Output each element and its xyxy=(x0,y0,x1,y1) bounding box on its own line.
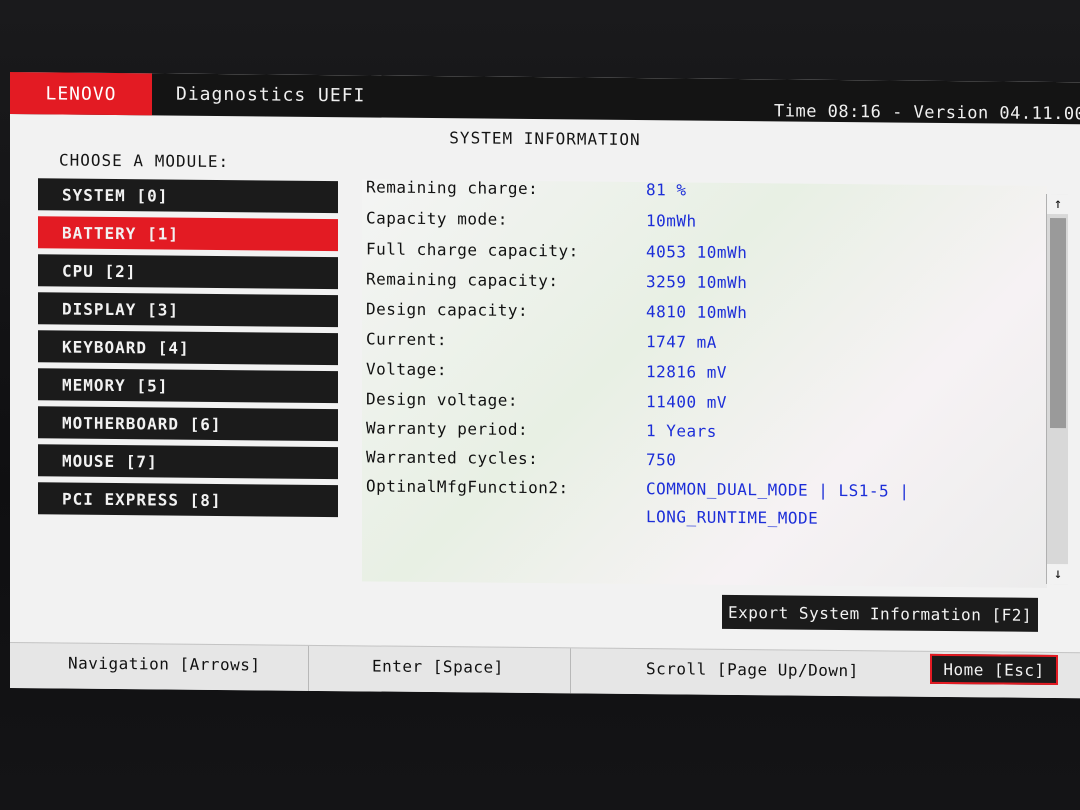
brand-logo: LENOVO xyxy=(10,72,152,116)
export-system-info-button[interactable]: Export System Information [F2] xyxy=(722,594,1038,632)
module-list: SYSTEM [0] BATTERY [1] CPU [2] DISPLAY [… xyxy=(38,178,338,523)
module-display[interactable]: DISPLAY [3] xyxy=(38,292,338,328)
module-label: MEMORY [5] xyxy=(62,374,169,396)
info-value: 1747 mA xyxy=(646,332,717,352)
info-key: Remaining capacity: xyxy=(366,269,559,291)
info-value: 4053 10mWh xyxy=(646,242,748,263)
info-key: Voltage: xyxy=(366,359,448,380)
module-system[interactable]: SYSTEM [0] xyxy=(38,178,338,214)
footer-navigation-hint: Navigation [Arrows] xyxy=(68,653,261,675)
info-value: 12816 mV xyxy=(646,362,728,382)
footer-divider xyxy=(570,648,571,695)
footer-enter-hint: Enter [Space] xyxy=(372,656,504,677)
info-value: LONG_RUNTIME_MODE xyxy=(646,507,819,528)
module-motherboard[interactable]: MOTHERBOARD [6] xyxy=(38,406,338,442)
module-mouse[interactable]: MOUSE [7] xyxy=(38,444,338,480)
module-cpu[interactable]: CPU [2] xyxy=(38,254,338,290)
home-button[interactable]: Home [Esc] xyxy=(930,653,1058,686)
module-pci-express[interactable]: PCI EXPRESS [8] xyxy=(38,482,338,518)
module-label: MOUSE [7] xyxy=(62,450,158,471)
module-label: SYSTEM [0] xyxy=(62,184,169,206)
scroll-down-arrow-icon[interactable]: ↓ xyxy=(1047,563,1069,585)
section-title: SYSTEM INFORMATION xyxy=(449,128,641,150)
module-memory[interactable]: MEMORY [5] xyxy=(38,368,338,404)
scroll-up-arrow-icon[interactable]: ↑ xyxy=(1047,193,1069,215)
info-key: Design voltage: xyxy=(366,389,518,410)
module-keyboard[interactable]: KEYBOARD [4] xyxy=(38,330,338,366)
top-bar: LENOVO Diagnostics UEFI Time 08:16 - Ver… xyxy=(10,72,1080,124)
scroll-thumb[interactable] xyxy=(1050,217,1066,429)
time-version: Time 08:16 - Version 04.11.000 xyxy=(774,101,1080,125)
choose-module-label: CHOOSE A MODULE: xyxy=(59,150,230,172)
module-label: CPU [2] xyxy=(62,260,137,281)
module-label: MOTHERBOARD [6] xyxy=(62,412,222,434)
info-value: 81 % xyxy=(646,180,687,200)
module-label: BATTERY [1] xyxy=(62,222,179,244)
laptop-bezel: LENOVO Diagnostics UEFI Time 08:16 - Ver… xyxy=(0,0,1080,810)
app-title: Diagnostics UEFI xyxy=(176,83,366,107)
info-key: Warranty period: xyxy=(366,418,529,439)
info-value: 10mWh xyxy=(646,211,697,231)
battery-info-pane: Remaining charge: 81 % Capacity mode: 10mW… xyxy=(362,179,1047,588)
module-label: PCI EXPRESS [8] xyxy=(62,488,222,510)
info-value: 4810 10mWh xyxy=(646,302,748,323)
module-label: DISPLAY [3] xyxy=(62,298,179,320)
info-value: 750 xyxy=(646,450,677,470)
info-key: Warranted cycles: xyxy=(366,447,539,469)
footer-bar: Navigation [Arrows] Enter [Space] Scroll… xyxy=(10,642,1080,699)
module-label: KEYBOARD [4] xyxy=(62,336,190,358)
info-key: OptinalMfgFunction2: xyxy=(366,476,569,498)
info-value: 1 Years xyxy=(646,421,717,441)
footer-scroll-hint: Scroll [Page Up/Down] xyxy=(646,659,859,681)
uefi-screen: LENOVO Diagnostics UEFI Time 08:16 - Ver… xyxy=(10,72,1080,699)
info-key: Full charge capacity: xyxy=(366,239,579,261)
footer-divider xyxy=(308,645,309,692)
info-value: COMMON_DUAL_MODE | LS1-5 | xyxy=(646,479,910,501)
info-key: Current: xyxy=(366,329,448,350)
info-value: 11400 mV xyxy=(646,392,728,412)
info-key: Remaining charge: xyxy=(366,179,539,199)
info-value: 3259 10mWh xyxy=(646,272,748,293)
info-key: Capacity mode: xyxy=(366,208,508,229)
module-battery[interactable]: BATTERY [1] xyxy=(38,216,338,252)
info-key: Design capacity: xyxy=(366,299,529,320)
info-scrollbar[interactable]: ↑ ↓ xyxy=(1046,193,1069,585)
